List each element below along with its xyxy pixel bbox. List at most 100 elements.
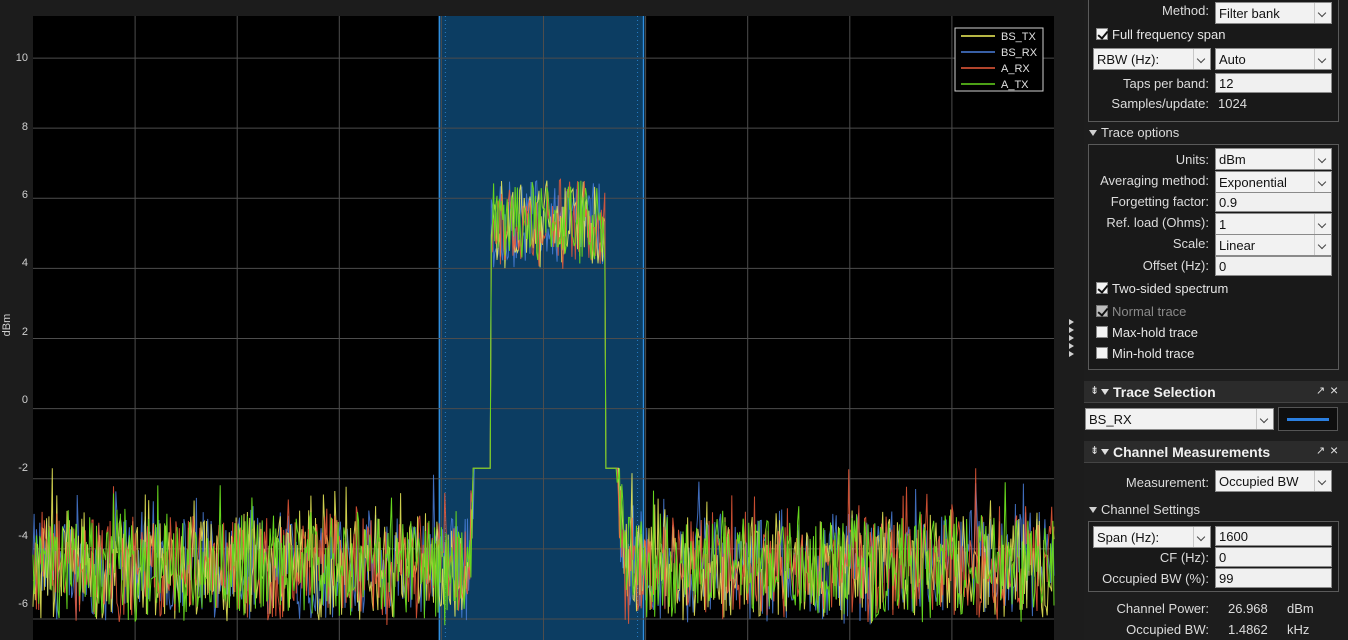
- channel-power-unit: dBm: [1287, 601, 1314, 616]
- taps-per-band-label: Taps per band:: [1122, 76, 1209, 91]
- plot-legend[interactable]: BS_TX BS_RX A_RX A_TX: [954, 27, 1044, 92]
- samples-per-update-label: Samples/update:: [1111, 96, 1209, 111]
- two-sided-spectrum-label: Two-sided spectrum: [1112, 281, 1229, 296]
- legend-label-a-rx: A_RX: [1001, 63, 1030, 75]
- checkbox-icon: [1096, 347, 1108, 359]
- units-value: dBm: [1219, 152, 1246, 167]
- y-tick-label: -4: [18, 530, 28, 542]
- collapse-triangle-icon[interactable]: [1101, 389, 1109, 395]
- y-tick-label: 6: [22, 189, 28, 201]
- forgetting-factor-label: Forgetting factor:: [1110, 194, 1209, 209]
- rbw-mode-dropdown[interactable]: RBW (Hz):: [1093, 48, 1211, 70]
- rbw-mode-value: RBW (Hz):: [1097, 52, 1160, 67]
- undock-icon[interactable]: ↗: [1316, 384, 1325, 397]
- checkbox-icon: [1096, 282, 1108, 294]
- span-mode-dropdown[interactable]: Span (Hz):: [1093, 526, 1211, 548]
- checkbox-icon: [1096, 28, 1108, 40]
- method-value: Filter bank: [1219, 6, 1280, 21]
- trace-selection-dropdown[interactable]: BS_RX: [1085, 408, 1274, 430]
- method-dropdown[interactable]: Filter bank: [1215, 2, 1332, 24]
- y-tick-label: -2: [18, 462, 28, 474]
- y-tick-label: 4: [22, 257, 28, 269]
- averaging-method-dropdown[interactable]: Exponential: [1215, 171, 1332, 193]
- settings-side-panel: Method: Filter bank Full frequency span …: [1084, 0, 1348, 640]
- panel-splitter[interactable]: [1062, 0, 1084, 640]
- undock-icon[interactable]: ↗: [1316, 444, 1325, 457]
- trace-options-header[interactable]: Trace options: [1089, 125, 1179, 140]
- chevron-down-icon: [1193, 527, 1210, 547]
- cf-input[interactable]: 0: [1215, 547, 1332, 567]
- y-tick-label: 10: [16, 52, 28, 64]
- splitter-arrow-icon: [1069, 319, 1074, 325]
- units-dropdown[interactable]: dBm: [1215, 148, 1332, 170]
- forgetting-factor-input[interactable]: 0.9: [1215, 192, 1332, 212]
- chevron-down-icon: [1193, 49, 1210, 69]
- rbw-value: Auto: [1219, 52, 1246, 67]
- ref-load-dropdown[interactable]: 1: [1215, 213, 1332, 235]
- measurement-dropdown[interactable]: Occupied BW: [1215, 470, 1332, 492]
- chevron-down-icon: [1314, 471, 1331, 491]
- spectrum-plot: dBm 10 8 6 4 2 0 -2 -4 -6 BS_TX BS_RX A_…: [1, 16, 1055, 640]
- span-input[interactable]: 1600: [1215, 526, 1332, 546]
- trace-color-swatch[interactable]: [1278, 407, 1338, 431]
- cf-label: CF (Hz):: [1159, 550, 1209, 565]
- method-label: Method:: [1162, 3, 1209, 18]
- collapse-triangle-icon[interactable]: [1101, 449, 1109, 455]
- channel-measurements-title-bar[interactable]: ⇟ Channel Measurements ↗ ×: [1084, 441, 1348, 463]
- chevron-down-icon: [1314, 3, 1331, 23]
- taps-per-band-input[interactable]: 12: [1215, 73, 1332, 93]
- normal-trace-label: Normal trace: [1112, 304, 1187, 319]
- y-tick-label: 8: [22, 121, 28, 133]
- units-label: Units:: [1175, 152, 1209, 167]
- measurement-value: Occupied BW: [1219, 474, 1299, 489]
- legend-label-bs-tx: BS_TX: [1001, 31, 1037, 43]
- span-mode-value: Span (Hz):: [1097, 530, 1160, 545]
- checkbox-icon: [1096, 326, 1108, 338]
- trace-selection-value: BS_RX: [1089, 412, 1132, 427]
- chevron-down-icon: [1256, 409, 1273, 429]
- chevron-down-icon: [1314, 235, 1331, 255]
- chevron-down-icon: [1314, 49, 1331, 69]
- averaging-method-value: Exponential: [1219, 175, 1287, 190]
- scale-label: Scale:: [1172, 236, 1209, 251]
- y-tick-label: -6: [18, 598, 28, 610]
- occupied-bw-unit: kHz: [1287, 622, 1310, 637]
- splitter-arrow-icon: [1069, 335, 1074, 341]
- y-tick-label: 2: [22, 326, 28, 338]
- channel-measurements-title: Channel Measurements: [1113, 444, 1271, 460]
- offset-label: Offset (Hz):: [1142, 258, 1209, 273]
- legend-label-a-tx: A_TX: [1001, 79, 1029, 91]
- pin-icon[interactable]: ⇟: [1090, 384, 1099, 397]
- rbw-dropdown[interactable]: Auto: [1215, 48, 1332, 70]
- splitter-arrow-icon: [1069, 351, 1074, 357]
- trace-selection-title: Trace Selection: [1113, 384, 1216, 400]
- chevron-down-icon: [1314, 214, 1331, 234]
- min-hold-trace-label: Min-hold trace: [1112, 346, 1195, 361]
- occupied-bw-label: Occupied BW:: [1126, 622, 1209, 637]
- close-icon[interactable]: ×: [1330, 382, 1338, 398]
- y-tick-labels: 10 8 6 4 2 0 -2 -4 -6: [16, 52, 28, 610]
- samples-per-update-value: 1024: [1218, 96, 1247, 111]
- occupied-bw-percent-input[interactable]: 99: [1215, 568, 1332, 588]
- offset-input[interactable]: 0: [1215, 256, 1332, 276]
- scale-dropdown[interactable]: Linear: [1215, 234, 1332, 256]
- pin-icon[interactable]: ⇟: [1090, 444, 1099, 457]
- trace-selection-title-bar[interactable]: ⇟ Trace Selection ↗ ×: [1084, 381, 1348, 403]
- occupied-bw-percent-label: Occupied BW (%):: [1102, 571, 1209, 586]
- channel-settings-header[interactable]: Channel Settings: [1089, 502, 1200, 517]
- channel-power-label: Channel Power:: [1116, 601, 1210, 616]
- collapse-triangle-icon: [1089, 507, 1097, 513]
- occupied-bw-value: 1.4862: [1228, 622, 1268, 637]
- legend-label-bs-rx: BS_RX: [1001, 47, 1038, 59]
- trace-color-line: [1287, 418, 1329, 421]
- ref-load-value: 1: [1219, 217, 1227, 232]
- spectrum-plot-area: dBm 10 8 6 4 2 0 -2 -4 -6 BS_TX BS_RX A_…: [0, 0, 1062, 640]
- channel-settings-title: Channel Settings: [1101, 502, 1201, 517]
- close-icon[interactable]: ×: [1330, 442, 1338, 458]
- averaging-method-label: Averaging method:: [1100, 173, 1209, 188]
- splitter-arrow-icon: [1069, 327, 1074, 333]
- scale-value: Linear: [1219, 238, 1256, 253]
- ref-load-label: Ref. load (Ohms):: [1106, 215, 1209, 230]
- checkbox-icon: [1096, 305, 1108, 317]
- full-frequency-span-label: Full frequency span: [1112, 27, 1226, 42]
